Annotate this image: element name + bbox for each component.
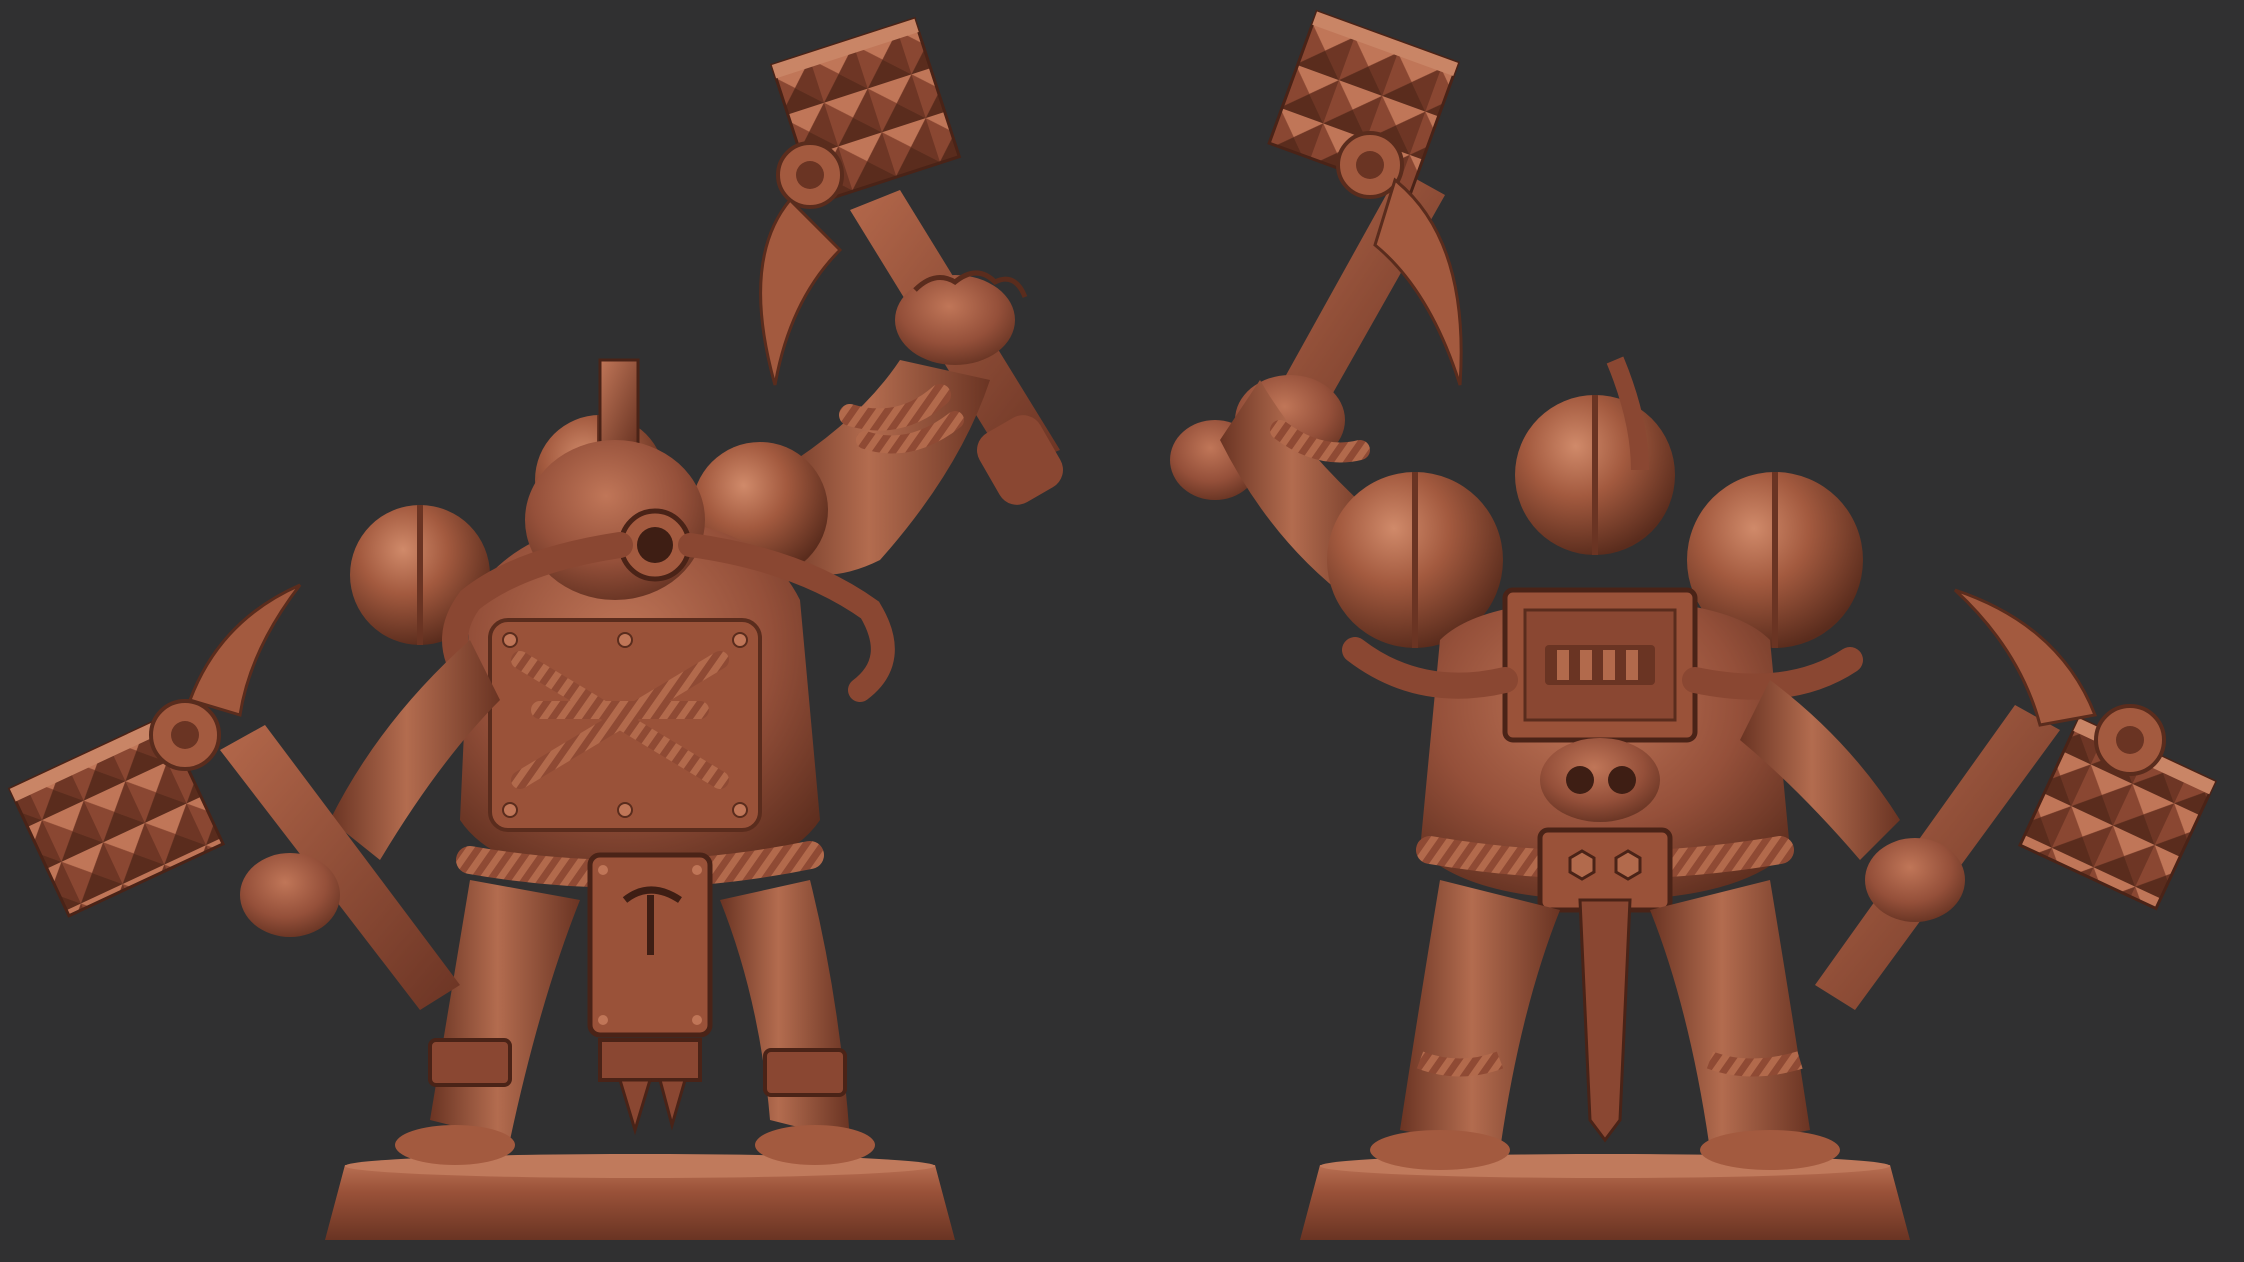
sculpt-render-scene [0, 0, 2244, 1262]
sculpt-canvas [7, 9, 2218, 1240]
back-gasmask [1540, 738, 1660, 822]
back-lowered-hammer [1740, 588, 2218, 1010]
front-view-figure [7, 16, 1063, 1240]
hex-bolt-icon [1614, 849, 1642, 881]
back-raised-hammer [1170, 9, 1463, 500]
front-base [325, 1154, 955, 1240]
front-lowered-hammer [7, 583, 500, 1010]
back-view-figure [1170, 9, 2218, 1240]
front-helmet-crest [598, 358, 640, 447]
front-loin-plate [587, 852, 713, 1136]
back-belt-plate [1537, 827, 1673, 913]
back-legs [1370, 880, 1840, 1170]
hex-bolt-icon [1568, 849, 1596, 881]
back-base [1300, 1154, 1910, 1240]
